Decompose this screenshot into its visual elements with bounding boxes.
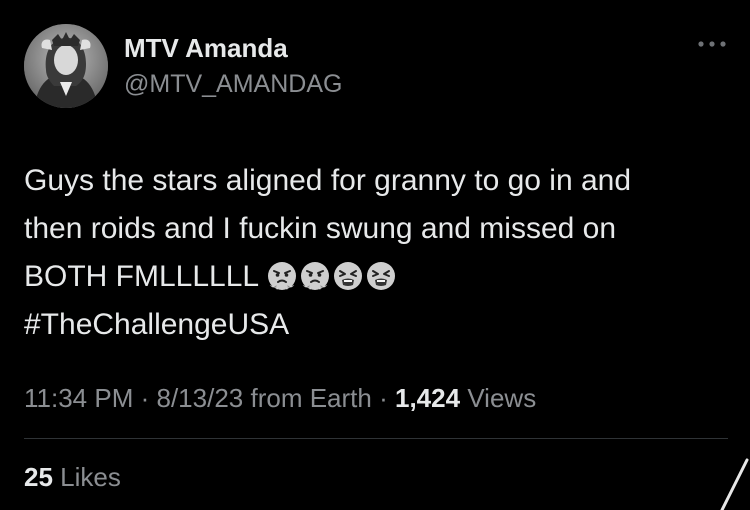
tweet-line-text: BOTH FMLLLLLL (24, 260, 260, 293)
tired-face-icon (367, 262, 396, 290)
views-count: 1,424 (395, 383, 461, 413)
more-options-button[interactable] (694, 34, 730, 54)
avatar[interactable] (24, 24, 108, 108)
tweet-line: then roids and I fuckin swung and missed… (24, 212, 617, 245)
tweet-line: Guys the stars aligned for granny to go … (24, 164, 632, 197)
views-label: Views (467, 383, 537, 413)
tweet-text: Guys the stars aligned for granny to go … (24, 157, 714, 349)
hashtag-link[interactable]: #TheChallengeUSA (24, 301, 714, 349)
face-with-steam-from-nose-icon (268, 262, 297, 290)
tweet-meta: 11:34 PM · 8/13/23 from Earth · 1,424 Vi… (24, 381, 536, 415)
meta-separator: · (140, 383, 150, 413)
avatar-image (24, 24, 108, 108)
decorative-stroke (720, 458, 749, 510)
tired-face-icon (334, 262, 363, 290)
likes-link[interactable]: 25 Likes (24, 460, 121, 494)
tweet-date[interactable]: 8/13/23 (157, 383, 244, 413)
likes-count: 25 (24, 462, 53, 492)
face-with-steam-from-nose-icon (301, 262, 330, 290)
likes-label: Likes (60, 462, 121, 492)
tweet-source: from Earth (250, 383, 372, 413)
tweet-line: BOTH FMLLLLLL (24, 253, 714, 301)
user-handle[interactable]: @MTV_AMANDAG (124, 68, 342, 100)
more-horizontal-icon (698, 41, 726, 47)
divider (24, 438, 728, 439)
meta-separator: · (379, 383, 388, 413)
display-name[interactable]: MTV Amanda (124, 32, 288, 64)
tweet-time[interactable]: 11:34 PM (24, 383, 133, 413)
